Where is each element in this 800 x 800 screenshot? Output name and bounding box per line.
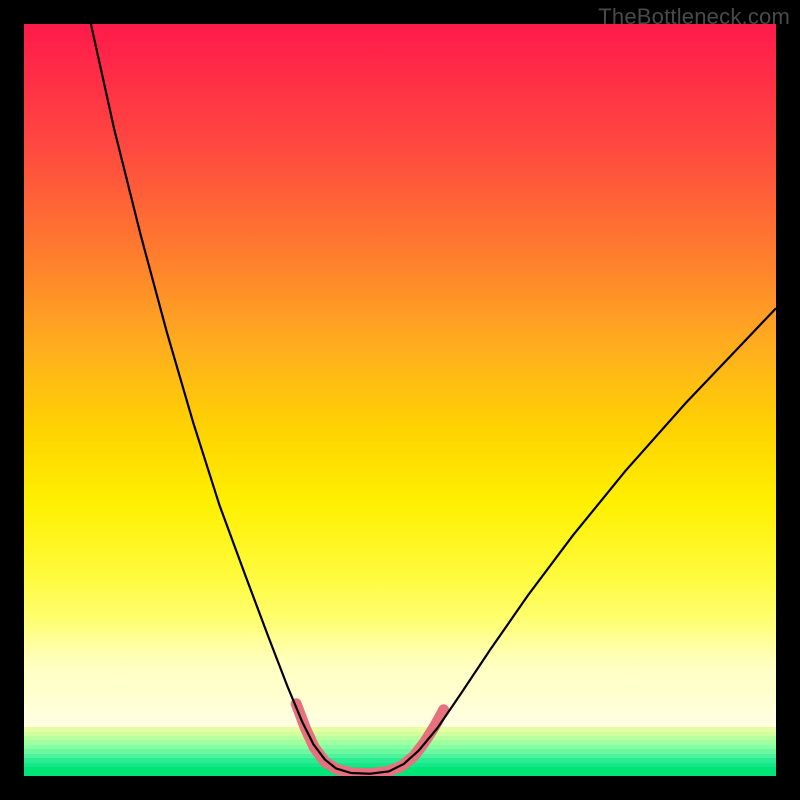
chart-frame: TheBottleneck.com [0, 0, 800, 800]
plot-area [24, 24, 776, 776]
gradient-background [24, 24, 776, 727]
watermark-text: TheBottleneck.com [598, 4, 790, 30]
green-baseline [24, 768, 776, 776]
